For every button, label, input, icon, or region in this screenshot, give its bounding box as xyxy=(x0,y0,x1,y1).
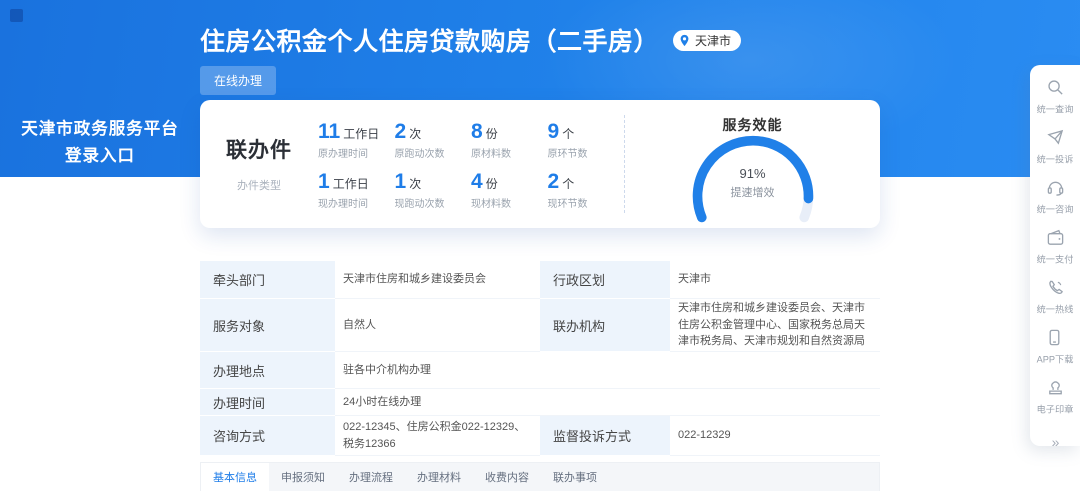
rail-item-app-download[interactable]: APP下载 xyxy=(1035,328,1075,366)
row-label-location: 办理地点 xyxy=(200,352,335,389)
rail-item-e-seal[interactable]: 电子印章 xyxy=(1035,378,1075,416)
stat-current-steps: 2个 现环节数 xyxy=(548,171,625,219)
page-title: 住房公积金个人住房贷款购房（二手房） xyxy=(200,22,659,58)
row-value-lead-dept: 天津市住房和城乡建设委员会 xyxy=(335,261,540,299)
row-value-complaint: 022-12329 xyxy=(670,416,880,456)
stat-original-trips: 2次 原跑动次数 xyxy=(395,121,472,169)
rail-item-unified-payment[interactable]: 统一支付 xyxy=(1035,228,1075,266)
login-entry-link[interactable]: 天津市政务服务平台 登录入口 xyxy=(0,116,200,170)
tab-apply-notes[interactable]: 申报须知 xyxy=(269,463,337,491)
consult-icon xyxy=(1046,178,1065,197)
title-row: 住房公积金个人住房贷款购房（二手房） 天津市 xyxy=(200,22,741,58)
complaint-icon xyxy=(1046,128,1065,147)
e-seal-icon xyxy=(1046,378,1065,397)
stat-original-steps: 9个 原环节数 xyxy=(548,121,625,169)
search-icon xyxy=(1046,78,1065,97)
login-line2: 登录入口 xyxy=(0,143,200,170)
login-line1: 天津市政务服务平台 xyxy=(0,116,200,143)
row-label-service-target: 服务对象 xyxy=(200,299,335,352)
rail-item-unified-consult[interactable]: 统一咨询 xyxy=(1035,178,1075,216)
rail-item-unified-complaint[interactable]: 统一投诉 xyxy=(1035,128,1075,166)
quick-actions-rail: 统一查询 统一投诉 统一咨询 统一支付 xyxy=(1030,65,1080,446)
row-value-joint-agencies: 天津市住房和城乡建设委员会、天津市住房公积金管理中心、国家税务总局天津市税务局、… xyxy=(670,299,880,352)
case-type-name: 联办件 xyxy=(200,134,318,164)
row-label-complaint: 监督投诉方式 xyxy=(540,416,670,456)
row-value-hours: 24小时在线办理 xyxy=(335,389,880,416)
service-efficiency-gauge: 服务效能 91% 提速增效 xyxy=(625,100,880,228)
stat-original-materials: 8份 原材料数 xyxy=(471,121,548,169)
stat-current-materials: 4份 现材料数 xyxy=(471,171,548,219)
tab-materials[interactable]: 办理材料 xyxy=(405,463,473,491)
row-value-admin-region: 天津市 xyxy=(670,261,880,299)
hotline-icon xyxy=(1046,278,1065,297)
page: 天津市政务服务平台 登录入口 住房公积金个人住房贷款购房（二手房） 天津市 在线… xyxy=(0,0,1080,491)
gauge-caption: 提速增效 xyxy=(625,184,880,200)
tab-fees[interactable]: 收费内容 xyxy=(473,463,541,491)
row-label-admin-region: 行政区划 xyxy=(540,261,670,299)
collapse-icon[interactable]: » xyxy=(1052,434,1059,450)
stats-card: 联办件 办件类型 11工作日 原办理时间 2次 原跑动次数 8份 原材料数 9个… xyxy=(200,100,880,228)
case-type-label: 办件类型 xyxy=(200,177,318,193)
location-badge-label: 天津市 xyxy=(695,32,731,49)
stat-current-time: 1工作日 现办理时间 xyxy=(318,171,395,219)
tab-process[interactable]: 办理流程 xyxy=(337,463,405,491)
row-label-hours: 办理时间 xyxy=(200,389,335,416)
row-label-lead-dept: 牵头部门 xyxy=(200,261,335,299)
corner-decoration xyxy=(10,9,23,22)
row-value-location: 驻各中介机构办理 xyxy=(335,352,880,389)
row-value-service-target: 自然人 xyxy=(335,299,540,352)
row-value-consult: 022-12345、住房公积金022-12329、税务12366 xyxy=(335,416,540,456)
row-label-consult: 咨询方式 xyxy=(200,416,335,456)
tab-basic-info[interactable]: 基本信息 xyxy=(201,463,269,491)
location-badge[interactable]: 天津市 xyxy=(673,30,741,51)
detail-tab-bar: 基本信息 申报须知 办理流程 办理材料 收费内容 联办事项 xyxy=(200,462,880,491)
app-download-icon xyxy=(1045,328,1064,347)
gauge-value: 91% xyxy=(625,166,880,181)
stat-current-trips: 1次 现跑动次数 xyxy=(395,171,472,219)
rail-item-unified-hotline[interactable]: 统一热线 xyxy=(1035,278,1075,316)
location-pin-icon xyxy=(678,34,691,47)
case-type-block: 联办件 办件类型 xyxy=(200,100,318,228)
rail-item-unified-query[interactable]: 统一查询 xyxy=(1035,78,1075,116)
stats-grid: 11工作日 原办理时间 2次 原跑动次数 8份 原材料数 9个 原环节数 1工作… xyxy=(318,100,624,228)
row-label-joint-agencies: 联办机构 xyxy=(540,299,670,352)
tab-joint-matters[interactable]: 联办事项 xyxy=(541,463,609,491)
service-info-table: 牵头部门 天津市住房和城乡建设委员会 行政区划 天津市 服务对象 自然人 联办机… xyxy=(200,261,880,456)
payment-icon xyxy=(1046,228,1065,247)
online-apply-button[interactable]: 在线办理 xyxy=(200,66,276,95)
stat-original-time: 11工作日 原办理时间 xyxy=(318,121,395,169)
